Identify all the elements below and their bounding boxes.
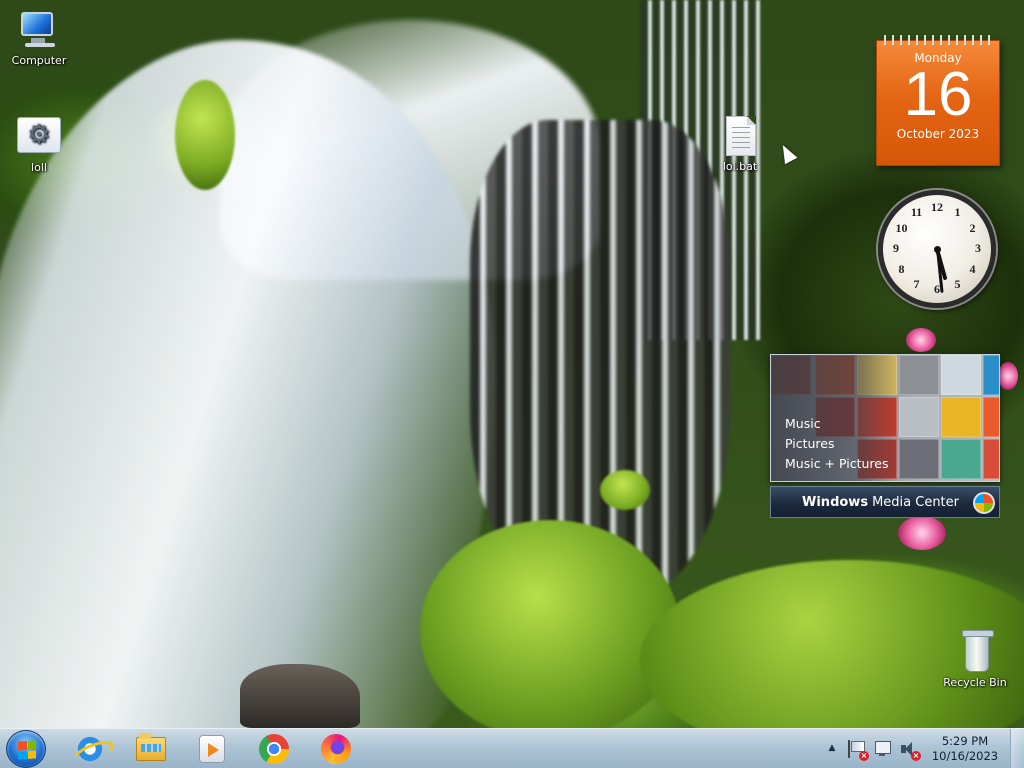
clock-center-pin bbox=[933, 245, 941, 253]
clock-numeral: 1 bbox=[954, 205, 961, 220]
show-desktop-button[interactable] bbox=[1010, 729, 1024, 768]
calendar-gadget[interactable]: Monday 16 October 2023 bbox=[876, 35, 1000, 166]
media-center-item-music-pictures[interactable]: Music + Pictures bbox=[785, 454, 889, 474]
calendar-day: 16 bbox=[903, 60, 973, 129]
calendar-month-year: October 2023 bbox=[896, 127, 980, 141]
desktop-icon-recycle-bin[interactable]: Recycle Bin bbox=[937, 630, 1013, 689]
taskbar-app-media-player[interactable] bbox=[184, 731, 240, 767]
clock-numeral: 9 bbox=[893, 241, 899, 255]
moss-rock bbox=[420, 520, 680, 728]
calendar-rings bbox=[881, 35, 995, 45]
desktop-icon-label: lol.bat bbox=[722, 160, 758, 173]
media-center-brand-rest: Media Center bbox=[872, 494, 959, 510]
media-center-item-music[interactable]: Music bbox=[785, 414, 889, 434]
media-center-item-pictures[interactable]: Pictures bbox=[785, 434, 889, 454]
error-badge-icon: × bbox=[859, 751, 869, 761]
clock-numeral: 5 bbox=[954, 276, 961, 291]
clock-numeral: 2 bbox=[969, 220, 976, 235]
windows-orb-icon bbox=[973, 492, 995, 514]
taskbar-app-internet-explorer[interactable] bbox=[62, 731, 118, 767]
file-explorer-icon bbox=[136, 733, 166, 761]
dark-rock bbox=[240, 664, 360, 728]
mute-badge-icon: × bbox=[911, 751, 921, 761]
taskbar-app-firefox[interactable] bbox=[308, 731, 364, 767]
media-center-menu: Music Pictures Music + Pictures bbox=[785, 414, 889, 474]
settings-file-icon: ⚙ bbox=[17, 117, 61, 157]
taskbar-app-chrome[interactable] bbox=[246, 731, 302, 767]
volume-muted-icon[interactable]: × bbox=[900, 740, 921, 761]
network-icon[interactable] bbox=[874, 740, 892, 758]
moss-rock bbox=[175, 80, 235, 190]
batch-file-icon bbox=[718, 116, 762, 156]
desktop-icon-lol-bat[interactable]: lol.bat bbox=[702, 116, 778, 173]
desktop-icon-label: Recycle Bin bbox=[943, 676, 1007, 689]
recycle-bin-icon bbox=[953, 630, 997, 672]
clock-numeral: 6 bbox=[934, 282, 940, 296]
windows-logo-icon bbox=[18, 740, 36, 760]
clock-numeral: 11 bbox=[910, 205, 923, 220]
taskbar-date: 10/16/2023 bbox=[931, 749, 999, 763]
clock-numeral: 4 bbox=[969, 261, 976, 276]
taskbar-clock[interactable]: 5:29 PM 10/16/2023 bbox=[926, 734, 1004, 764]
pink-flower bbox=[998, 362, 1018, 390]
show-hidden-icons-button[interactable]: ▲ bbox=[826, 743, 838, 755]
media-center-brand-bold: Windows bbox=[802, 494, 869, 510]
desktop-icon-loll[interactable]: ⚙ loll bbox=[1, 117, 77, 174]
computer-icon bbox=[17, 10, 61, 50]
pink-flower bbox=[898, 516, 946, 550]
desktop-icon-label: Computer bbox=[11, 54, 67, 67]
start-button[interactable] bbox=[6, 730, 46, 768]
chrome-icon bbox=[259, 734, 289, 764]
action-center-flag-icon[interactable]: × bbox=[848, 740, 869, 761]
clock-numeral: 7 bbox=[913, 276, 920, 291]
firefox-icon bbox=[321, 734, 351, 764]
clock-numeral: 8 bbox=[898, 261, 905, 276]
internet-explorer-icon bbox=[75, 734, 105, 764]
media-center-launch-bar[interactable]: Windows Media Center bbox=[770, 486, 1000, 518]
pink-flower bbox=[906, 328, 936, 352]
taskbar: ▲ × × 5:29 PM 10/16/2023 bbox=[0, 728, 1024, 768]
taskbar-time: 5:29 PM bbox=[941, 734, 989, 748]
clock-numeral: 12 bbox=[931, 200, 943, 214]
windows-media-player-icon bbox=[199, 735, 225, 763]
media-center-gadget[interactable]: Music Pictures Music + Pictures Windows … bbox=[770, 354, 1000, 518]
clock-gadget[interactable]: 12 1 2 3 4 5 6 7 8 9 10 11 bbox=[878, 190, 996, 308]
desktop-icon-computer[interactable]: Computer bbox=[1, 10, 77, 67]
clock-numeral: 10 bbox=[895, 220, 908, 235]
system-tray: ▲ × × 5:29 PM 10/16/2023 bbox=[826, 729, 1024, 768]
clock-numeral: 3 bbox=[975, 241, 981, 255]
taskbar-app-file-explorer[interactable] bbox=[123, 731, 179, 767]
moss-rock bbox=[600, 470, 650, 510]
desktop-icon-label: loll bbox=[31, 161, 47, 174]
